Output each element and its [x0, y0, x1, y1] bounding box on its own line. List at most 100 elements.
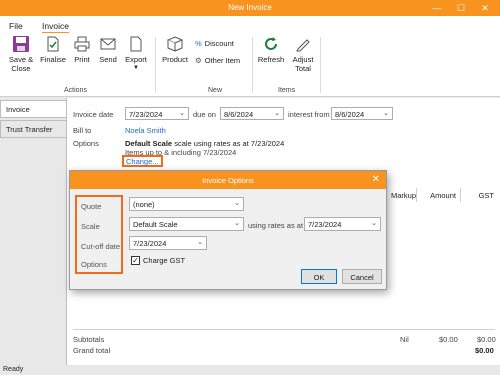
quote-value: (none) [133, 200, 155, 209]
change-link[interactable]: Change... [126, 157, 159, 166]
other-item-label: Other Item [204, 56, 241, 65]
chevron-down-icon: ⌄ [371, 220, 377, 227]
rates-date-value: 7/23/2024 [308, 220, 342, 229]
product-button[interactable]: Product [160, 35, 190, 64]
close-button[interactable]: ✕ [478, 1, 492, 15]
print-button[interactable]: Print [71, 35, 93, 64]
quote-select[interactable]: (none) ⌄ [129, 197, 244, 211]
chevron-down-icon[interactable]: ⌄ [179, 109, 185, 117]
invoice-date-field[interactable]: 7/23/2024 ⌄ [125, 107, 189, 120]
save-icon [13, 36, 29, 52]
printer-icon [74, 36, 90, 52]
charge-gst-checkbox[interactable]: ✓ Charge GST [131, 256, 185, 265]
actions-group-label: Actions [64, 87, 87, 94]
subtotal-gst: $0.00 [477, 335, 496, 344]
refresh-label: Refresh [257, 55, 285, 64]
interest-from-field[interactable]: 8/6/2024 ⌄ [331, 107, 393, 120]
chevron-down-icon: ⌄ [234, 200, 240, 207]
charge-gst-label: Charge GST [143, 256, 186, 265]
tab-invoice[interactable]: Invoice [0, 100, 66, 118]
subtotal-amount: $0.00 [439, 335, 458, 344]
chevron-down-icon[interactable]: ⌄ [274, 109, 280, 117]
envelope-icon [100, 38, 116, 50]
chevron-down-icon: ▼ [133, 65, 139, 71]
options-label: Options [73, 139, 99, 148]
grand-total-label: Grand total [73, 346, 111, 355]
export-button[interactable]: Export ▼ [124, 35, 148, 73]
box-icon [166, 36, 184, 52]
discount-button[interactable]: % Discount [195, 39, 234, 48]
cutoff-date-field[interactable]: 7/23/2024 ⌄ [129, 236, 207, 250]
discount-label: Discount [204, 39, 234, 48]
side-tabs: Invoice Trust Transfer [0, 100, 66, 140]
subtotal-nil: Nil [400, 335, 409, 344]
interest-from-value: 8/6/2024 [335, 110, 365, 119]
discount-icon: % [195, 39, 202, 48]
dialog-title-bar: Invoice Options ✕ [70, 171, 386, 189]
dialog-labels-highlight: Quote Scale Cut-off date Options [75, 195, 123, 274]
cancel-button[interactable]: Cancel [342, 269, 382, 284]
rates-date-field[interactable]: 7/23/2024 ⌄ [304, 217, 381, 231]
menu-file[interactable]: File [9, 21, 23, 31]
cutoff-label: Cut-off date [81, 242, 121, 251]
scale-label: Scale [81, 222, 100, 231]
subtotals-label: Subtotals [73, 335, 105, 344]
rates-as-at-label: using rates as at [248, 221, 304, 230]
save-close-button[interactable]: Save & Close [6, 35, 36, 73]
ribbon: Save & Close Finalise Print Send Export … [0, 33, 500, 97]
adjust-total-label: Adjust Total [292, 55, 314, 73]
scale-value: Default Scale [133, 220, 178, 229]
scale-select[interactable]: Default Scale ⌄ [129, 217, 244, 231]
cutoff-date-value: 7/23/2024 [133, 239, 167, 248]
window-title: New Invoice [228, 3, 272, 12]
chevron-down-icon: ⌄ [197, 239, 203, 246]
column-markup[interactable]: Markup [386, 188, 416, 202]
group-divider [155, 37, 156, 93]
title-bar: New Invoice — ☐ ✕ [0, 0, 500, 16]
options-summary: Default Scale scale using rates as at 7/… [125, 139, 284, 148]
finalise-button[interactable]: Finalise [39, 35, 67, 64]
maximize-button[interactable]: ☐ [454, 1, 468, 15]
column-amount[interactable]: Amount [416, 188, 460, 202]
dialog-title: Invoice Options [202, 176, 254, 185]
due-on-value: 8/6/2024 [224, 110, 254, 119]
adjust-total-button[interactable]: Adjust Total [289, 35, 317, 73]
totals-divider [73, 329, 495, 330]
options-scale-rest: scale using rates as at 7/23/2024 [172, 139, 285, 148]
items-group-label: Items [278, 87, 296, 94]
status-text: Ready [3, 366, 24, 373]
group-divider [320, 37, 321, 93]
options-scale-name: Default Scale [125, 139, 173, 148]
chevron-down-icon: ⌄ [234, 220, 240, 227]
due-on-field[interactable]: 8/6/2024 ⌄ [220, 107, 284, 120]
ok-button[interactable]: OK [301, 269, 337, 284]
minimize-button[interactable]: — [430, 1, 444, 15]
options-dialog-label: Options [81, 260, 107, 269]
refresh-button[interactable]: Refresh [256, 35, 286, 64]
gear-icon: ⚙ [195, 56, 202, 65]
send-button[interactable]: Send [97, 35, 119, 64]
interest-from-label: interest from [288, 110, 330, 119]
dialog-close-icon[interactable]: ✕ [372, 174, 380, 185]
grand-total-value: $0.00 [475, 346, 494, 355]
send-label: Send [99, 55, 117, 64]
chevron-down-icon[interactable]: ⌄ [383, 109, 389, 117]
export-icon [130, 36, 142, 52]
column-gst[interactable]: GST [460, 188, 498, 202]
group-divider [252, 37, 253, 93]
finalise-label: Finalise [40, 55, 66, 64]
bill-to-link[interactable]: Noela Smith [125, 126, 166, 135]
new-group-label: New [208, 87, 223, 94]
other-item-button[interactable]: ⚙ Other Item [195, 56, 240, 65]
invoice-date-value: 7/23/2024 [129, 110, 163, 119]
print-label: Print [74, 55, 90, 64]
status-bar: Ready [0, 365, 500, 375]
due-on-label: due on [193, 110, 216, 119]
pencil-icon [296, 39, 310, 52]
menu-bar: File Invoice [0, 16, 500, 34]
tab-trust-transfer[interactable]: Trust Transfer [0, 120, 66, 138]
bill-to-label: Bill to [73, 126, 92, 135]
invoice-date-label: Invoice date [73, 110, 114, 119]
invoice-options-dialog: Invoice Options ✕ Quote Scale Cut-off da… [69, 170, 387, 290]
quote-label: Quote [81, 202, 102, 211]
